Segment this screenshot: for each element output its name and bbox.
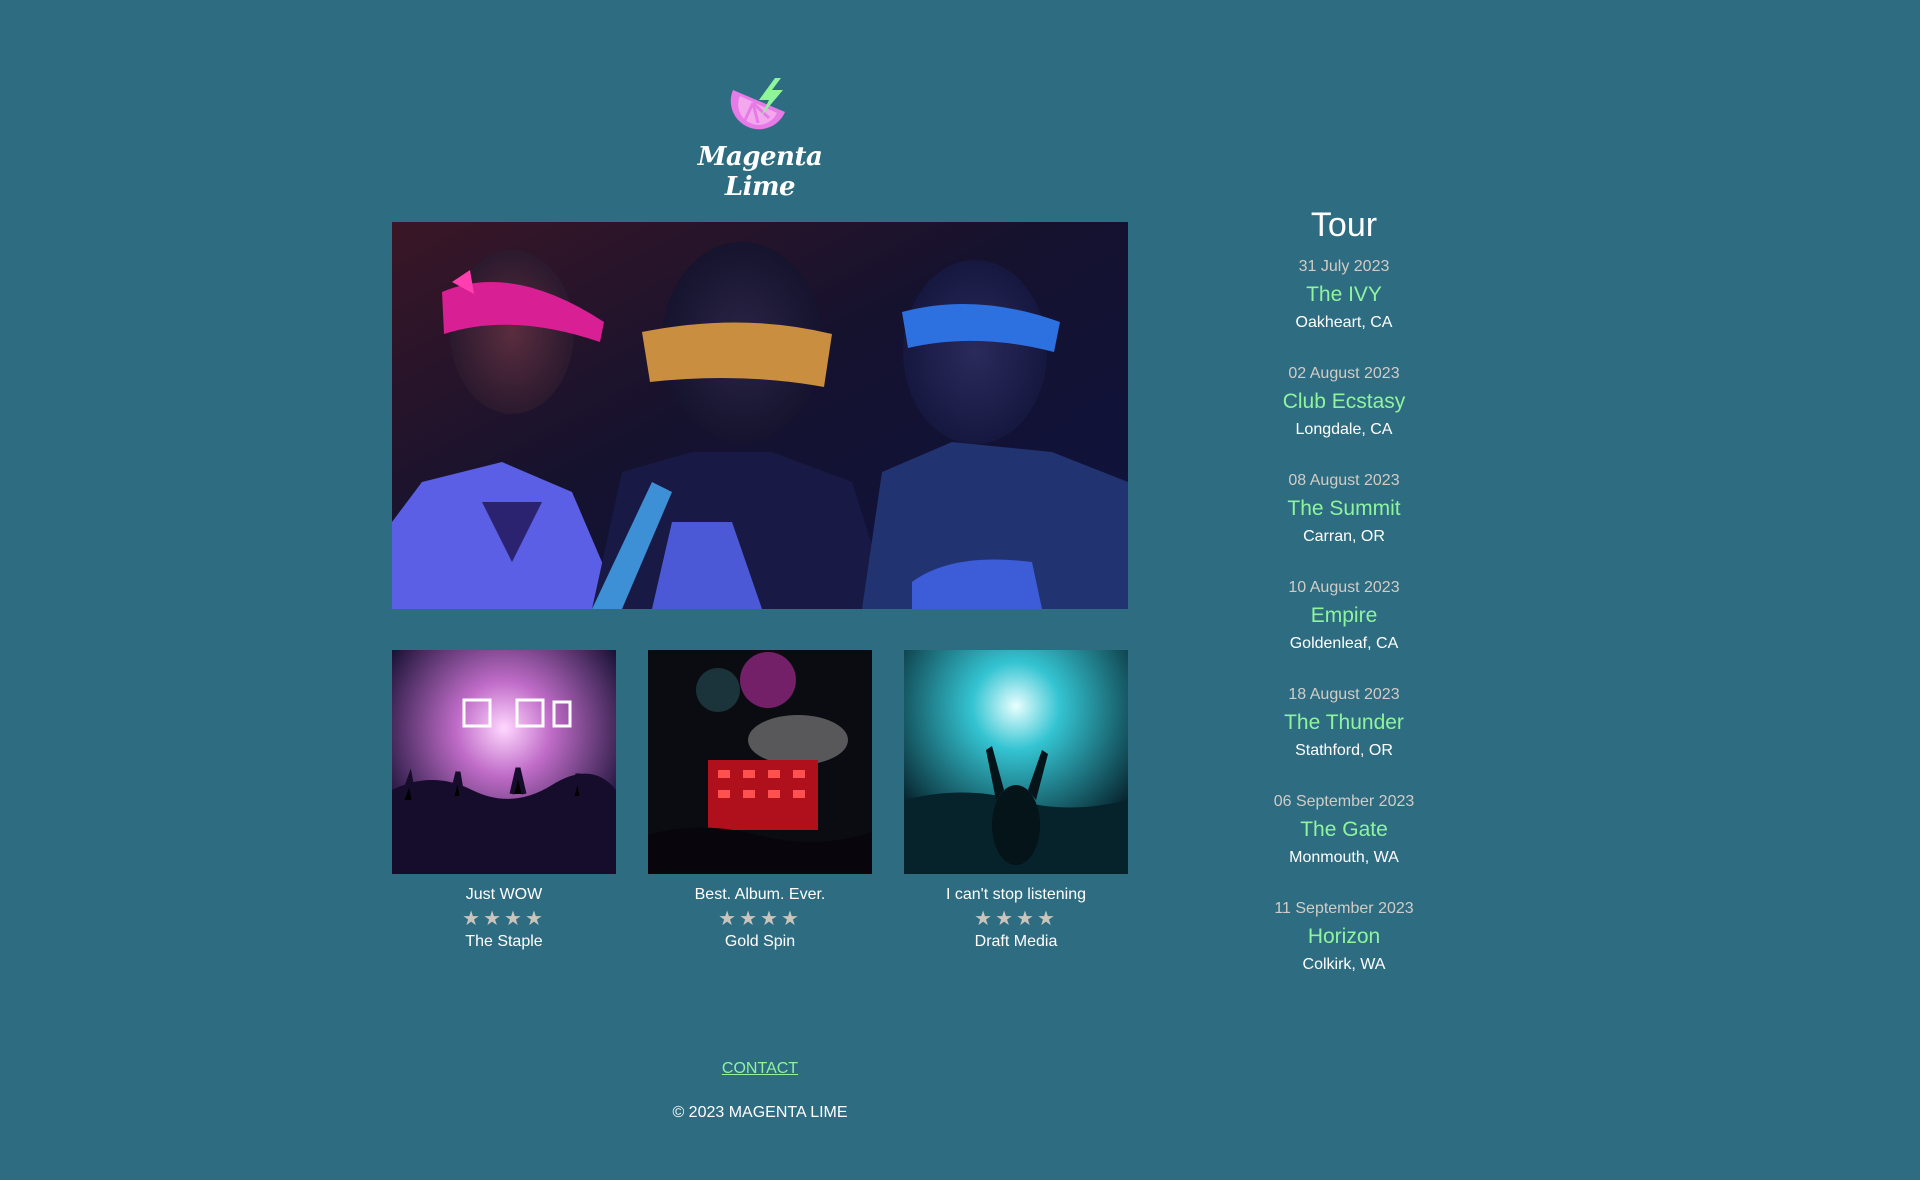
tour-show: 10 August 2023 Empire Goldenleaf, CA — [1222, 578, 1466, 685]
review-quote: I can't stop listening — [945, 886, 1087, 903]
reviews-section: Just WOW ★★★★ The Staple Best. Album. Ev… — [392, 650, 1128, 951]
tour-show: 08 August 2023 The Summit Carran, OR — [1222, 471, 1466, 578]
show-date: 18 August 2023 — [1288, 686, 1400, 703]
show-venue-link[interactable]: Horizon — [1222, 923, 1466, 951]
show-city: Oakheart, CA — [1295, 314, 1393, 331]
star-icon: ★ — [483, 908, 504, 930]
show-venue-link[interactable]: The Gate — [1222, 816, 1466, 844]
show-city: Monmouth, WA — [1289, 849, 1399, 866]
star-icon: ★ — [995, 908, 1016, 930]
tour-show: 18 August 2023 The Thunder Stathford, OR — [1222, 685, 1466, 792]
star-icon: ★ — [974, 908, 996, 930]
show-city: Stathford, OR — [1295, 742, 1393, 759]
concert-crowd-pink-lights-photo — [392, 650, 616, 874]
tour-title: Tour — [1310, 206, 1378, 244]
show-date: 10 August 2023 — [1288, 579, 1400, 596]
concert-crowd-cyan-lights-photo — [904, 650, 1128, 874]
star-icon: ★ — [462, 908, 484, 930]
review-image — [904, 650, 1128, 874]
show-date: 31 July 2023 — [1298, 258, 1390, 275]
band-photo — [392, 222, 1128, 609]
tour-show: 06 September 2023 The Gate Monmouth, WA — [1222, 792, 1466, 899]
star-icon: ★ — [739, 908, 760, 930]
star-icon: ★ — [1036, 908, 1058, 930]
brand-name: Magenta Lime — [697, 142, 823, 202]
review-card: I can't stop listening ★★★★ Draft Media — [904, 650, 1128, 951]
review-card: Just WOW ★★★★ The Staple — [392, 650, 616, 951]
footer: CONTACT © 2023 MAGENTA LIME — [560, 1060, 960, 1122]
concert-fireworks-red-stage-photo — [648, 650, 872, 874]
lime-slice-lightning-icon — [730, 78, 785, 130]
hero-image — [392, 222, 1128, 609]
star-icon: ★ — [1016, 908, 1037, 930]
review-source: Draft Media — [974, 933, 1058, 950]
review-image — [648, 650, 872, 874]
copyright-text: © 2023 MAGENTA LIME — [672, 1104, 848, 1121]
star-icon: ★ — [760, 908, 781, 930]
rating-stars: ★★★★ — [904, 908, 1128, 930]
rating-stars: ★★★★ — [648, 908, 872, 930]
show-date: 11 September 2023 — [1274, 900, 1414, 917]
review-card: Best. Album. Ever. ★★★★ Gold Spin — [648, 650, 872, 951]
tour-show: 02 August 2023 Club Ecstasy Longdale, CA — [1222, 364, 1466, 471]
review-source: Gold Spin — [724, 933, 796, 950]
review-quote: Just WOW — [465, 886, 543, 903]
show-venue-link[interactable]: The IVY — [1222, 281, 1466, 309]
show-date: 08 August 2023 — [1288, 472, 1400, 489]
show-date: 06 September 2023 — [1273, 793, 1415, 810]
show-venue-link[interactable]: The Summit — [1222, 495, 1466, 523]
rating-stars: ★★★★ — [392, 908, 616, 930]
brand-logo[interactable]: Magenta Lime — [660, 76, 860, 202]
show-city: Longdale, CA — [1295, 421, 1393, 438]
show-city: Goldenleaf, CA — [1289, 635, 1399, 652]
tour-show: 31 July 2023 The IVY Oakheart, CA — [1222, 257, 1466, 364]
contact-link[interactable]: CONTACT — [722, 1060, 798, 1077]
show-city: Carran, OR — [1303, 528, 1385, 545]
star-icon: ★ — [504, 908, 525, 930]
show-city: Colkirk, WA — [1302, 956, 1386, 973]
show-venue-link[interactable]: Empire — [1222, 602, 1466, 630]
review-source: The Staple — [465, 933, 543, 950]
tour-section: Tour 31 July 2023 The IVY Oakheart, CA 0… — [1222, 206, 1466, 1006]
show-venue-link[interactable]: The Thunder — [1222, 709, 1466, 737]
star-icon: ★ — [780, 908, 802, 930]
show-venue-link[interactable]: Club Ecstasy — [1222, 388, 1466, 416]
review-quote: Best. Album. Ever. — [694, 886, 826, 903]
show-date: 02 August 2023 — [1288, 365, 1400, 382]
review-image — [392, 650, 616, 874]
star-icon: ★ — [718, 908, 740, 930]
star-icon: ★ — [524, 908, 546, 930]
tour-show: 11 September 2023 Horizon Colkirk, WA — [1222, 899, 1466, 1006]
